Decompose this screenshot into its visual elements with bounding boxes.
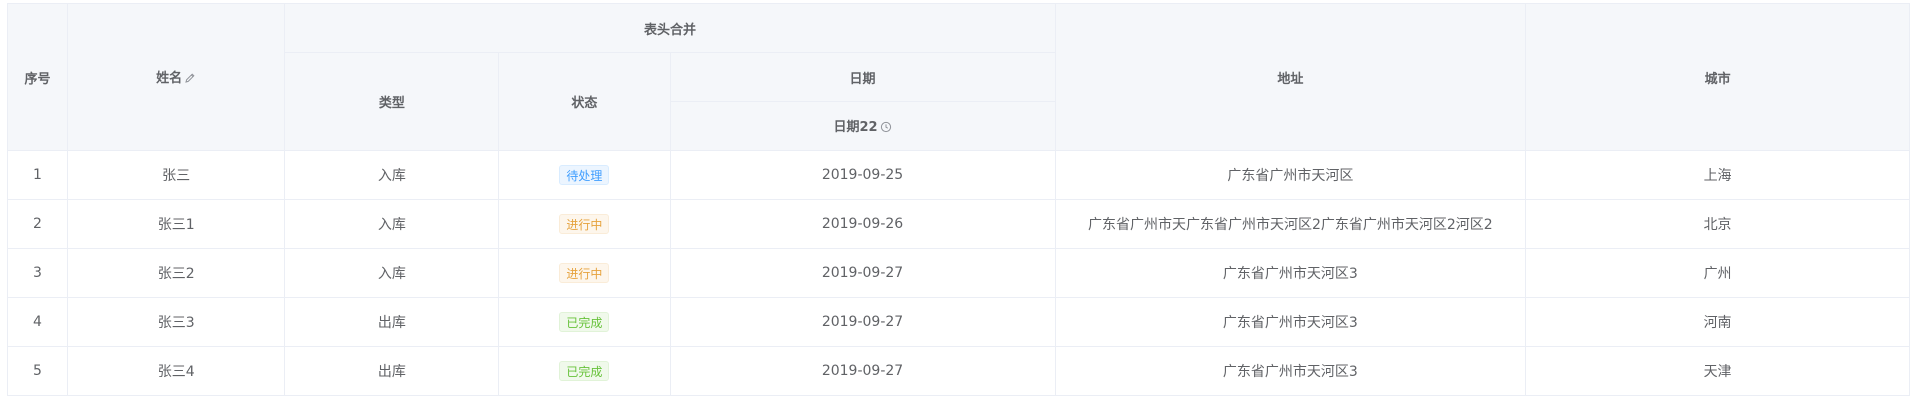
table-row[interactable]: 4 张三3 出库 已完成 2019-09-27 广东省广州市天河区3 河南 <box>7 297 1910 347</box>
cell-status: 进行中 <box>498 248 671 298</box>
status-badge: 已完成 <box>559 361 610 381</box>
status-badge: 进行中 <box>559 214 610 234</box>
cell-date: 2019-09-27 <box>669 346 1056 396</box>
cell-type: 入库 <box>284 248 500 298</box>
edit-icon <box>184 72 196 88</box>
header-name[interactable]: 姓名 <box>66 3 286 151</box>
table-container: 序号 姓名 表头合并 地址 城市 类型 状态 日期 日期22 1 张三 入库 待… <box>0 0 1917 401</box>
table-header: 序号 姓名 表头合并 地址 城市 类型 状态 日期 日期22 <box>7 3 1910 151</box>
header-city: 城市 <box>1525 3 1910 151</box>
cell-address: 广东省广州市天河区3 <box>1054 346 1527 396</box>
header-merged-group: 表头合并 <box>284 3 1056 53</box>
cell-index: 1 <box>7 150 68 200</box>
cell-date: 2019-09-25 <box>669 150 1056 200</box>
cell-date: 2019-09-27 <box>669 297 1056 347</box>
table-body: 1 张三 入库 待处理 2019-09-25 广东省广州市天河区 上海 2 张三… <box>7 150 1910 396</box>
cell-address: 广东省广州市天河区 <box>1054 150 1527 200</box>
status-badge: 进行中 <box>559 263 610 283</box>
cell-city: 广州 <box>1525 248 1910 298</box>
cell-index: 2 <box>7 199 68 249</box>
cell-index: 5 <box>7 346 68 396</box>
cell-status: 已完成 <box>498 346 671 396</box>
header-address: 地址 <box>1054 3 1527 151</box>
cell-type: 出库 <box>284 297 500 347</box>
header-date-sub[interactable]: 日期22 <box>669 101 1056 151</box>
cell-city: 上海 <box>1525 150 1910 200</box>
cell-index: 3 <box>7 248 68 298</box>
cell-name: 张三4 <box>66 346 286 396</box>
cell-status: 进行中 <box>498 199 671 249</box>
clock-icon <box>880 121 892 137</box>
header-date-group: 日期 <box>669 52 1056 102</box>
cell-date: 2019-09-26 <box>669 199 1056 249</box>
header-status: 状态 <box>498 52 671 151</box>
cell-status: 已完成 <box>498 297 671 347</box>
table-row[interactable]: 2 张三1 入库 进行中 2019-09-26 广东省广州市天广东省广州市天河区… <box>7 199 1910 249</box>
cell-date: 2019-09-27 <box>669 248 1056 298</box>
cell-name: 张三 <box>66 150 286 200</box>
header-index: 序号 <box>7 3 68 151</box>
header-name-label: 姓名 <box>156 70 183 86</box>
status-badge: 待处理 <box>559 165 610 185</box>
cell-city: 天津 <box>1525 346 1910 396</box>
cell-name: 张三2 <box>66 248 286 298</box>
cell-address: 广东省广州市天河区3 <box>1054 248 1527 298</box>
cell-name: 张三3 <box>66 297 286 347</box>
table-row[interactable]: 1 张三 入库 待处理 2019-09-25 广东省广州市天河区 上海 <box>7 150 1910 200</box>
table-row[interactable]: 5 张三4 出库 已完成 2019-09-27 广东省广州市天河区3 天津 <box>7 346 1910 396</box>
cell-index: 4 <box>7 297 68 347</box>
cell-name: 张三1 <box>66 199 286 249</box>
cell-city: 河南 <box>1525 297 1910 347</box>
data-table: 序号 姓名 表头合并 地址 城市 类型 状态 日期 日期22 1 张三 入库 待… <box>7 3 1910 396</box>
status-badge: 已完成 <box>559 312 610 332</box>
cell-address: 广东省广州市天河区3 <box>1054 297 1527 347</box>
cell-address: 广东省广州市天广东省广州市天河区2广东省广州市天河区2河区2 <box>1054 199 1527 249</box>
cell-type: 入库 <box>284 199 500 249</box>
cell-type: 出库 <box>284 346 500 396</box>
cell-type: 入库 <box>284 150 500 200</box>
header-date-sub-label: 日期22 <box>833 119 878 135</box>
cell-city: 北京 <box>1525 199 1910 249</box>
table-row[interactable]: 3 张三2 入库 进行中 2019-09-27 广东省广州市天河区3 广州 <box>7 248 1910 298</box>
header-type: 类型 <box>284 52 500 151</box>
cell-status: 待处理 <box>498 150 671 200</box>
